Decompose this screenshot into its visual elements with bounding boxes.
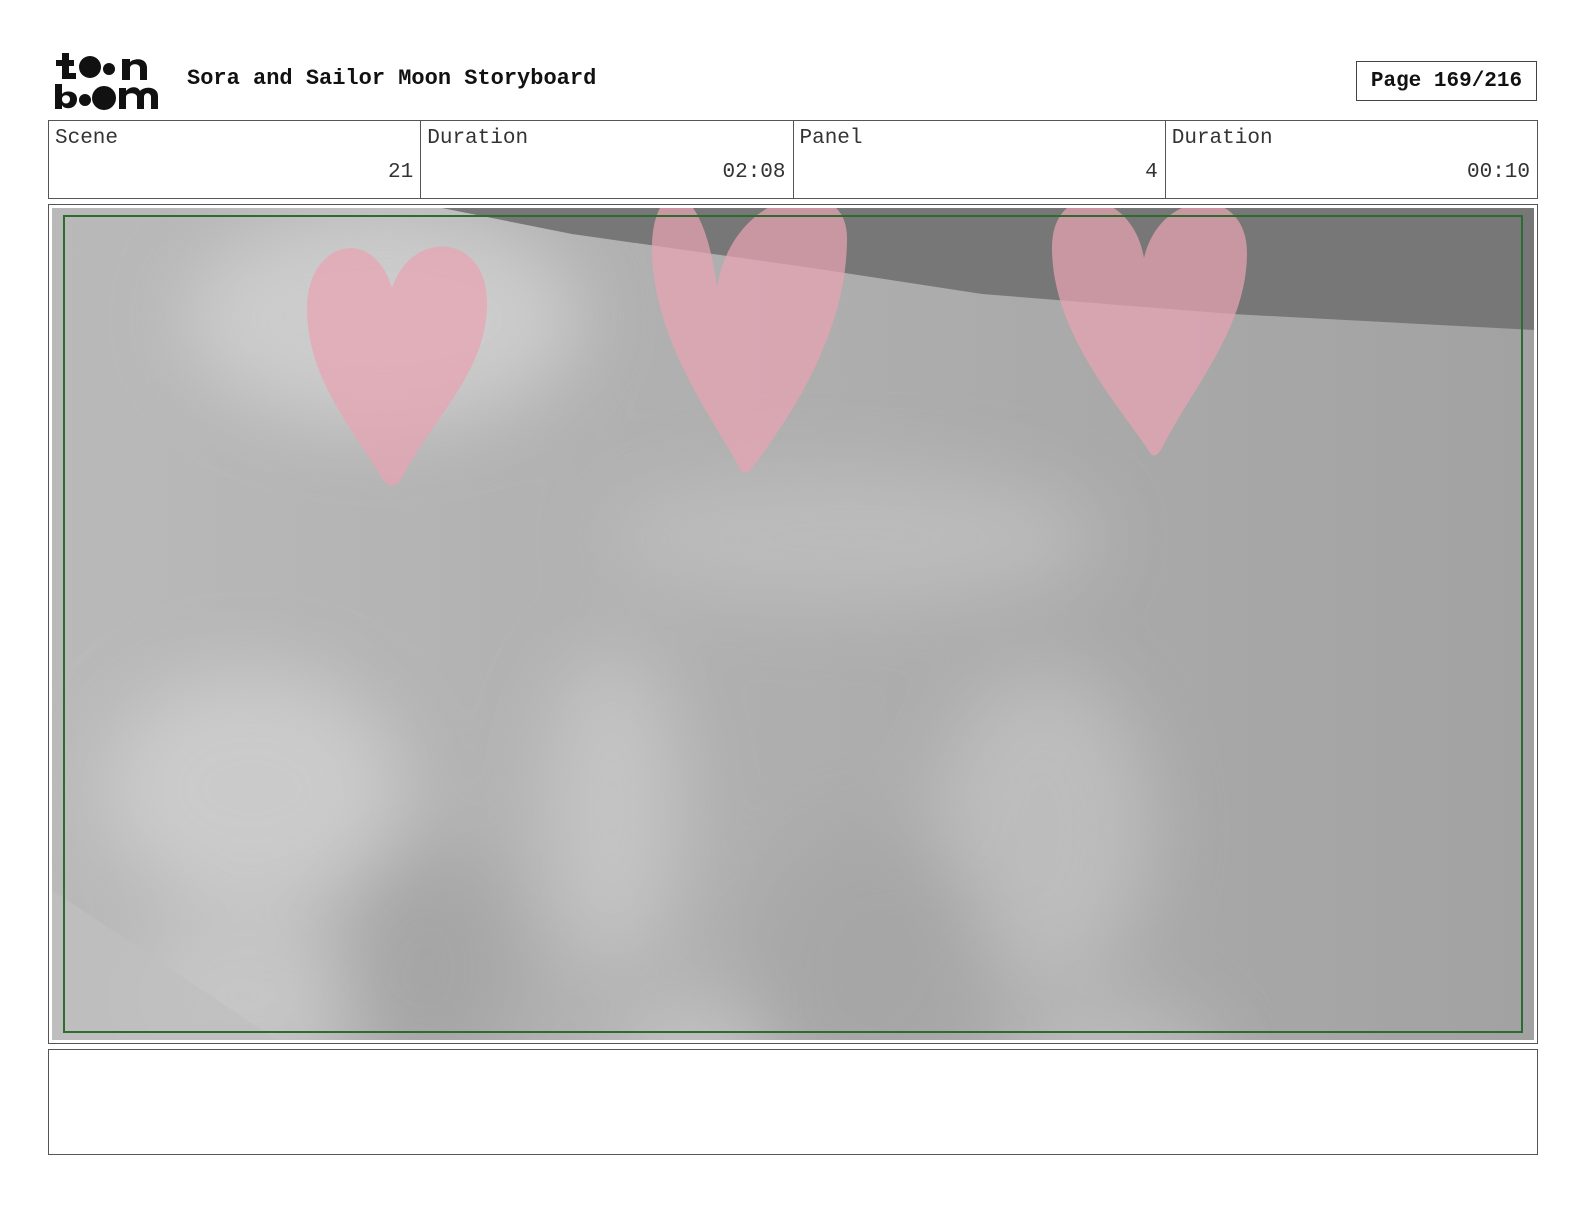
panel-value: 4 — [1145, 161, 1158, 184]
scene-cell: Scene 21 — [49, 121, 420, 198]
panel-duration-cell: Duration 00:10 — [1164, 121, 1537, 198]
storyboard-panel-frame — [48, 204, 1538, 1044]
scene-label: Scene — [55, 127, 119, 150]
toon-boom-logo: toon — [52, 50, 164, 114]
panel-notes-box — [48, 1049, 1538, 1155]
page-number: Page 169/216 — [1356, 61, 1537, 101]
document-title: Sora and Sailor Moon Storyboard — [187, 66, 597, 91]
scene-duration-cell: Duration 02:08 — [420, 121, 792, 198]
safe-area-frame — [63, 215, 1523, 1033]
panel-label: Panel — [799, 127, 863, 150]
panel-cell: Panel 4 — [792, 121, 1165, 198]
panel-duration-label: Duration — [1171, 127, 1273, 150]
scene-duration-label: Duration — [427, 127, 529, 150]
scene-info-table: Scene 21 Duration 02:08 Panel 4 Duration… — [48, 120, 1538, 199]
scene-duration-value: 02:08 — [722, 161, 786, 184]
scene-value: 21 — [388, 161, 414, 184]
storyboard-panel-image — [52, 208, 1534, 1040]
panel-duration-value: 00:10 — [1466, 161, 1530, 184]
